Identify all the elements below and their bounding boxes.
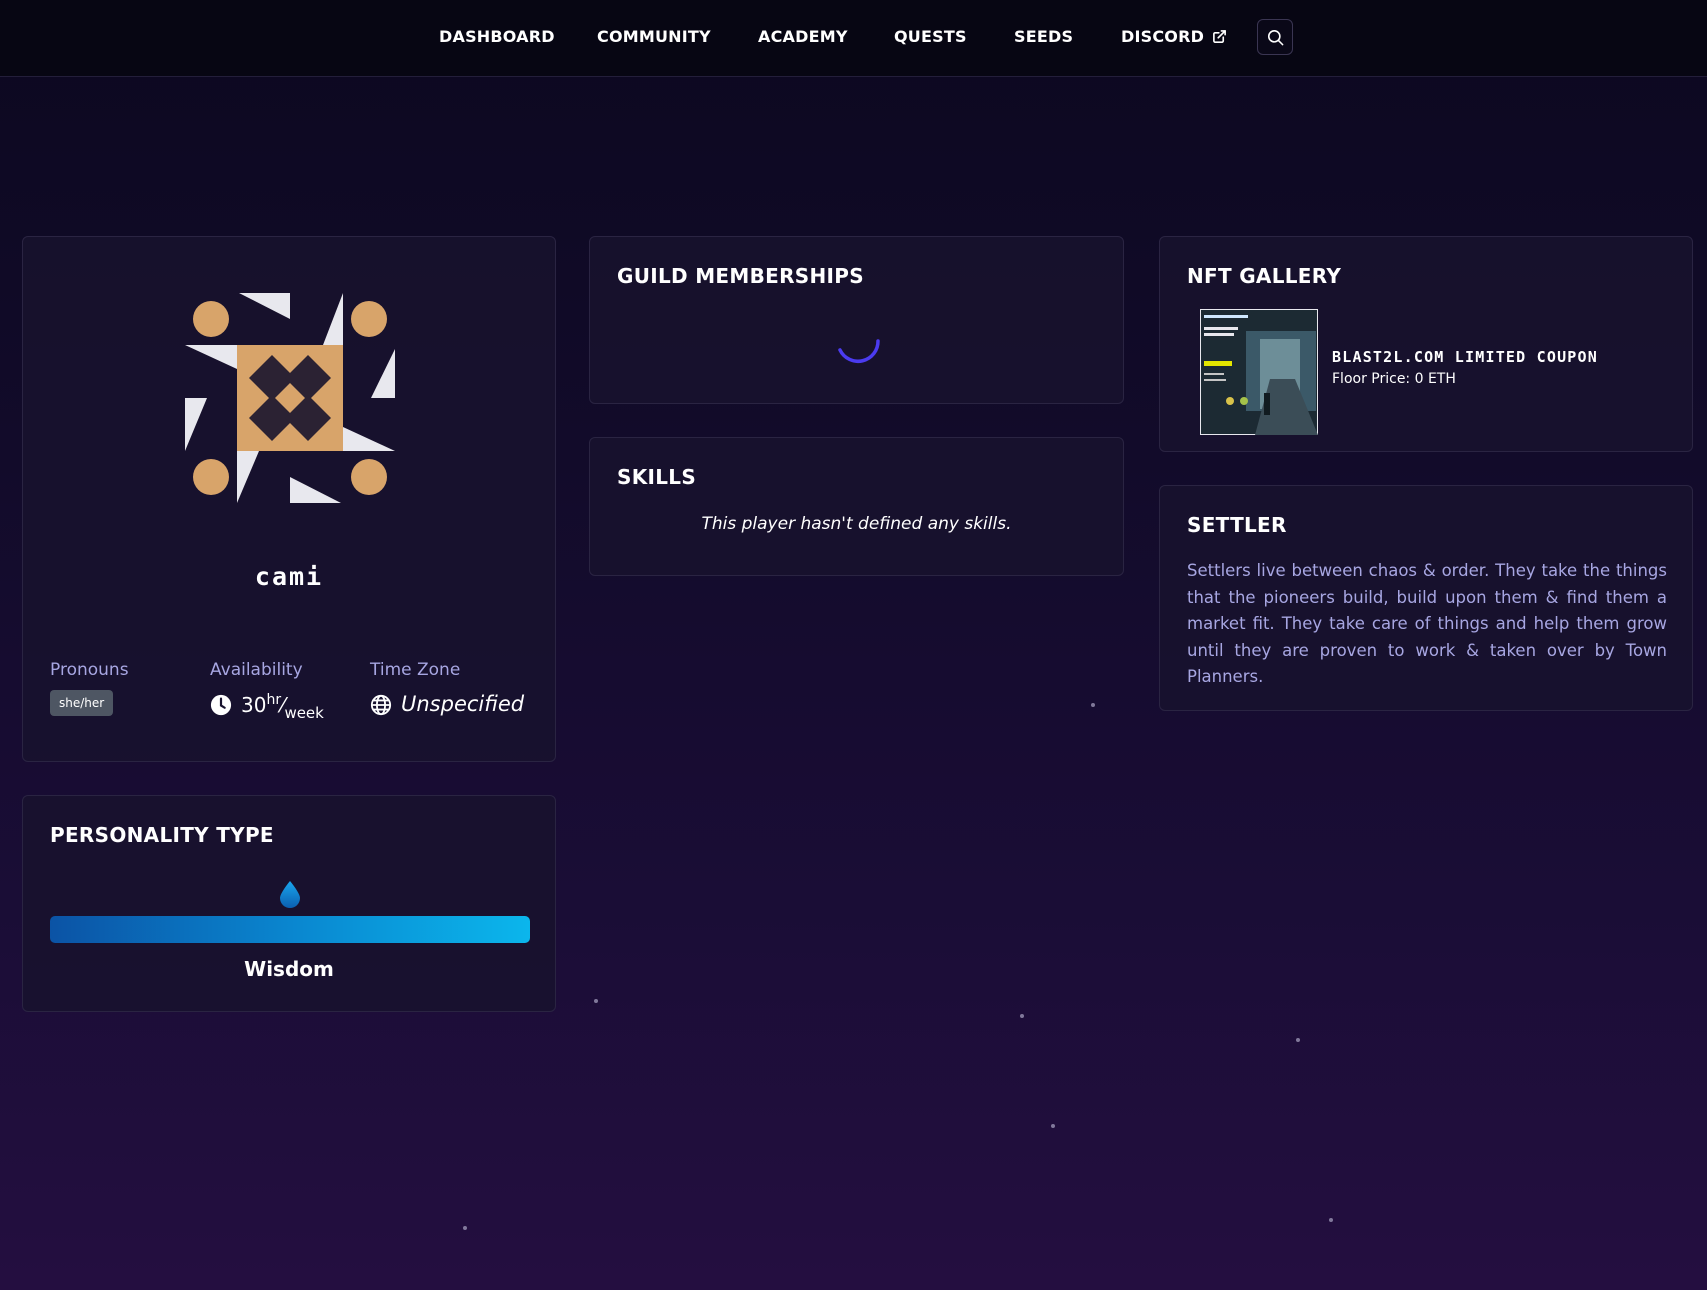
background-star	[1296, 1038, 1300, 1042]
personality-title: PERSONALITY TYPE	[50, 823, 274, 847]
nav-academy[interactable]: ACADEMY	[758, 27, 848, 46]
external-link-icon	[1213, 30, 1227, 43]
availability-label: Availability	[210, 660, 303, 680]
nav-seeds[interactable]: SEEDS	[1014, 27, 1073, 46]
skills-title: SKILLS	[617, 465, 697, 489]
water-drop-icon	[280, 881, 300, 908]
pronouns-label: Pronouns	[50, 660, 129, 680]
background-star	[1329, 1218, 1333, 1222]
role-card: SETTLER Settlers live between chaos & or…	[1159, 485, 1693, 711]
timezone-value: Unspecified	[401, 692, 525, 716]
timezone-label: Time Zone	[370, 660, 461, 680]
background-star	[1020, 1014, 1024, 1018]
background-star	[463, 1226, 467, 1230]
availability-unit-bottom: week	[284, 704, 324, 722]
guild-memberships-title: GUILD MEMBERSHIPS	[617, 264, 864, 288]
skills-empty-message: This player hasn't defined any skills.	[701, 514, 1012, 534]
clock-icon	[210, 694, 232, 716]
search-icon	[1267, 29, 1283, 45]
background-star	[1051, 1124, 1055, 1128]
username: cami	[254, 562, 324, 591]
nav-quests[interactable]: QUESTS	[894, 27, 967, 46]
availability-unit-top: hr	[266, 692, 282, 708]
pronouns-badge: she/her	[50, 690, 114, 716]
background-star	[594, 999, 598, 1003]
search-button[interactable]	[1257, 19, 1293, 55]
nft-gallery-title: NFT GALLERY	[1187, 264, 1342, 288]
identicon-avatar	[185, 293, 395, 503]
globe-icon	[370, 694, 392, 716]
guild-memberships-card: GUILD MEMBERSHIPS	[589, 236, 1124, 404]
top-navigation: DASHBOARD COMMUNITY ACADEMY QUESTS SEEDS…	[0, 0, 1707, 77]
personality-card: PERSONALITY TYPE Wisdom	[22, 795, 556, 1012]
nft-item-price: Floor Price: 0 ETH	[1332, 371, 1456, 387]
nav-discord-label: DISCORD	[1121, 27, 1205, 46]
role-description: Settlers live between chaos & order. The…	[1187, 561, 1667, 687]
availability-value: 30hr⁄week	[241, 692, 324, 722]
loading-spinner-icon	[838, 339, 880, 364]
nav-community[interactable]: COMMUNITY	[597, 27, 711, 46]
role-title: SETTLER	[1187, 513, 1287, 537]
nft-gallery-card: NFT GALLERY BLAST2L.COM LIMITED COUPON F…	[1159, 236, 1693, 452]
nav-discord[interactable]: DISCORD	[1121, 27, 1227, 46]
nft-thumbnail	[1200, 309, 1318, 435]
personality-value: Wisdom	[244, 957, 334, 981]
background-star	[1091, 703, 1095, 707]
nav-dashboard[interactable]: DASHBOARD	[439, 27, 555, 46]
personality-meter	[50, 916, 530, 943]
nft-item-name[interactable]: BLAST2L.COM LIMITED COUPON	[1332, 348, 1598, 366]
profile-card: cami Pronouns she/her Availability 30hr⁄…	[22, 236, 556, 762]
skills-card: SKILLS This player hasn't defined any sk…	[589, 437, 1124, 576]
availability-number: 30	[241, 693, 267, 717]
